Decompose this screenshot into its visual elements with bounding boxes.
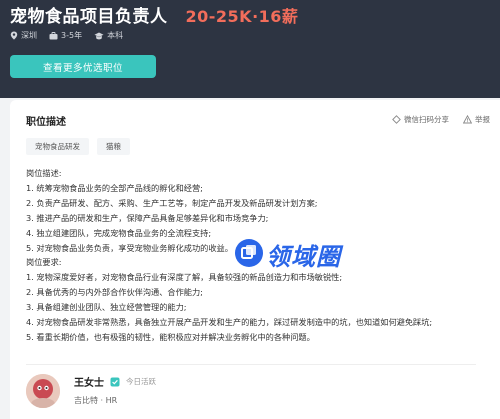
- education-text: 本科: [107, 31, 124, 40]
- location-pin-icon: [10, 31, 18, 40]
- recruiter-card[interactable]: 王女士 今日活跃 吉比特 · HR: [26, 374, 156, 408]
- description-line: 2. 负责产品研发、配方、采购、生产工艺等，制定产品开发及新品研发计划方案;: [26, 197, 318, 208]
- card-header: 职位描述 微信扫码分享 举报: [26, 113, 490, 128]
- description-line: 1. 宠物深度爱好者，对宠物食品行业有深度了解，具备较强的新品创造力和市场敏锐性…: [26, 272, 343, 283]
- active-status: 今日活跃: [126, 377, 156, 386]
- meta-education: 本科: [94, 30, 123, 41]
- description-line: 2. 具备优秀的与内外部合作伙伴沟通、合作能力;: [26, 287, 203, 298]
- briefcase-icon: [49, 31, 58, 40]
- wechat-share-button[interactable]: 微信扫码分享: [392, 114, 449, 125]
- title-row: 宠物食品项目负责人 20-25K·16薪: [10, 2, 298, 27]
- recruiter-info: 王女士 今日活跃 吉比特 · HR: [74, 374, 156, 408]
- meta-location: 深圳: [10, 30, 37, 41]
- wechat-share-label: 微信扫码分享: [404, 115, 449, 124]
- description-line: 4. 对宠物食品研发非常熟悉，具备独立开展产品开发和生产的能力，踩过研发制造中的…: [26, 317, 433, 328]
- divider: [26, 364, 476, 365]
- alert-icon: [463, 115, 472, 124]
- card-actions: 微信扫码分享 举报: [378, 114, 490, 125]
- job-tags: 宠物食品研发 猫粮: [26, 138, 138, 155]
- tag[interactable]: 猫粮: [97, 138, 130, 155]
- report-button[interactable]: 举报: [463, 114, 490, 125]
- verified-icon: [110, 377, 120, 387]
- description-line: 5. 看重长期价值，也有极强的韧性，能积极应对并解决业务孵化中的各种问题。: [26, 331, 315, 342]
- meta-experience: 3-5年: [49, 30, 82, 41]
- share-icon: [392, 115, 401, 124]
- recruiter-company: 吉比特 · HR: [74, 396, 118, 405]
- avatar[interactable]: [26, 374, 60, 408]
- description-line: 岗位描述:: [26, 168, 62, 178]
- watermark: 领域圈: [234, 237, 341, 272]
- tag[interactable]: 宠物食品研发: [26, 138, 89, 155]
- description-line: 3. 具备组建创业团队、独立经营管理的能力;: [26, 302, 187, 313]
- section-title: 职位描述: [26, 117, 66, 128]
- more-jobs-button[interactable]: 查看更多优选职位: [10, 55, 156, 78]
- experience-text: 3-5年: [61, 31, 83, 40]
- salary: 20-25K·16薪: [185, 7, 299, 26]
- recruiter-name: 王女士: [74, 378, 104, 389]
- graduation-cap-icon: [94, 32, 104, 40]
- description-line: 1. 统筹宠物食品业务的全部产品线的孵化和经营;: [26, 182, 203, 193]
- location-text: 深圳: [21, 31, 37, 40]
- watermark-logo-icon: [234, 238, 264, 272]
- watermark-text: 领域圈: [266, 243, 341, 271]
- job-header: 宠物食品项目负责人 20-25K·16薪 深圳 3-5年 本科 查看更多优选职位: [0, 0, 500, 98]
- job-meta: 深圳 3-5年 本科: [10, 30, 135, 41]
- report-label: 举报: [475, 115, 490, 124]
- job-title: 宠物食品项目负责人: [10, 7, 168, 27]
- description-line: 3. 推进产品的研发和生产，保障产品具备足够差异化和市场竞争力;: [26, 212, 269, 223]
- recruiter-name-row: 王女士 今日活跃: [74, 374, 156, 389]
